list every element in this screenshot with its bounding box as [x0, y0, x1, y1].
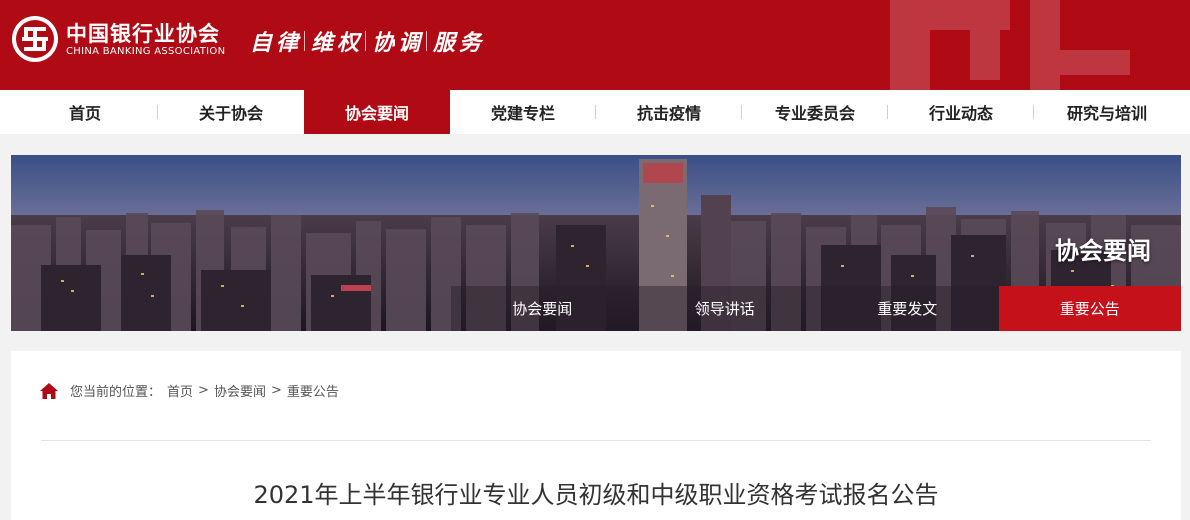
nav-item-news[interactable]: 协会要闻	[304, 90, 450, 134]
divider	[41, 440, 1151, 441]
nav-item-home[interactable]: 首页	[12, 90, 158, 134]
nav-item-epidemic[interactable]: 抗击疫情	[596, 90, 742, 134]
breadcrumb-item-news[interactable]: 协会要闻	[214, 381, 266, 400]
subnav-item-announcements[interactable]: 重要公告	[998, 286, 1181, 331]
sub-nav: 协会要闻 领导讲话 重要发文 重要公告	[451, 286, 1181, 331]
nav-item-research-training[interactable]: 研究与培训	[1034, 90, 1180, 134]
slogan-divider	[365, 31, 367, 51]
breadcrumb: 您当前的位置： 首页 > 协会要闻 > 重要公告	[40, 381, 339, 400]
breadcrumb-separator: >	[270, 383, 282, 398]
association-logo-icon	[12, 16, 58, 62]
content-panel: 您当前的位置： 首页 > 协会要闻 > 重要公告 2021年上半年银行业专业人员…	[11, 351, 1181, 520]
main-nav: 首页 关于协会 协会要闻 党建专栏 抗击疫情 专业委员会 行业动态 研究与培训	[0, 90, 1190, 134]
slogan-word: 协调	[372, 30, 425, 56]
subnav-item-documents[interactable]: 重要发文	[816, 286, 999, 331]
site-header: 中国银行业协会 CHINA BANKING ASSOCIATION 自律 维权 …	[0, 0, 1190, 90]
subnav-item-leader-speeches[interactable]: 领导讲话	[633, 286, 816, 331]
slogan-word: 服务	[433, 30, 486, 56]
header-decoration	[890, 0, 1130, 90]
breadcrumb-separator: >	[198, 383, 209, 398]
slogan-word: 维权	[311, 30, 364, 56]
subnav-item-news[interactable]: 协会要闻	[451, 286, 634, 331]
org-name-en: CHINA BANKING ASSOCIATION	[66, 46, 226, 57]
org-name-cn[interactable]: 中国银行业协会	[66, 18, 220, 48]
breadcrumb-prefix: 您当前的位置：	[70, 385, 162, 400]
nav-item-committees[interactable]: 专业委员会	[742, 90, 888, 134]
nav-item-industry-news[interactable]: 行业动态	[888, 90, 1034, 134]
banner: 协会要闻 协会要闻 领导讲话 重要发文 重要公告	[11, 155, 1181, 331]
slogan-word: 自律	[250, 30, 303, 56]
article-title: 2021年上半年银行业专业人员初级和中级职业资格考试报名公告	[253, 481, 939, 509]
breadcrumb-item-announcements[interactable]: 重要公告	[287, 381, 339, 400]
nav-item-about[interactable]: 关于协会	[158, 90, 304, 134]
breadcrumb-item-home[interactable]: 首页	[167, 381, 193, 400]
home-icon	[40, 382, 58, 399]
slogan-divider	[304, 31, 306, 51]
slogan-divider	[426, 31, 428, 51]
slogan: 自律 维权 协调 服务	[250, 24, 485, 58]
nav-item-party-building[interactable]: 党建专栏	[450, 90, 596, 134]
banner-title: 协会要闻	[1055, 237, 1151, 265]
